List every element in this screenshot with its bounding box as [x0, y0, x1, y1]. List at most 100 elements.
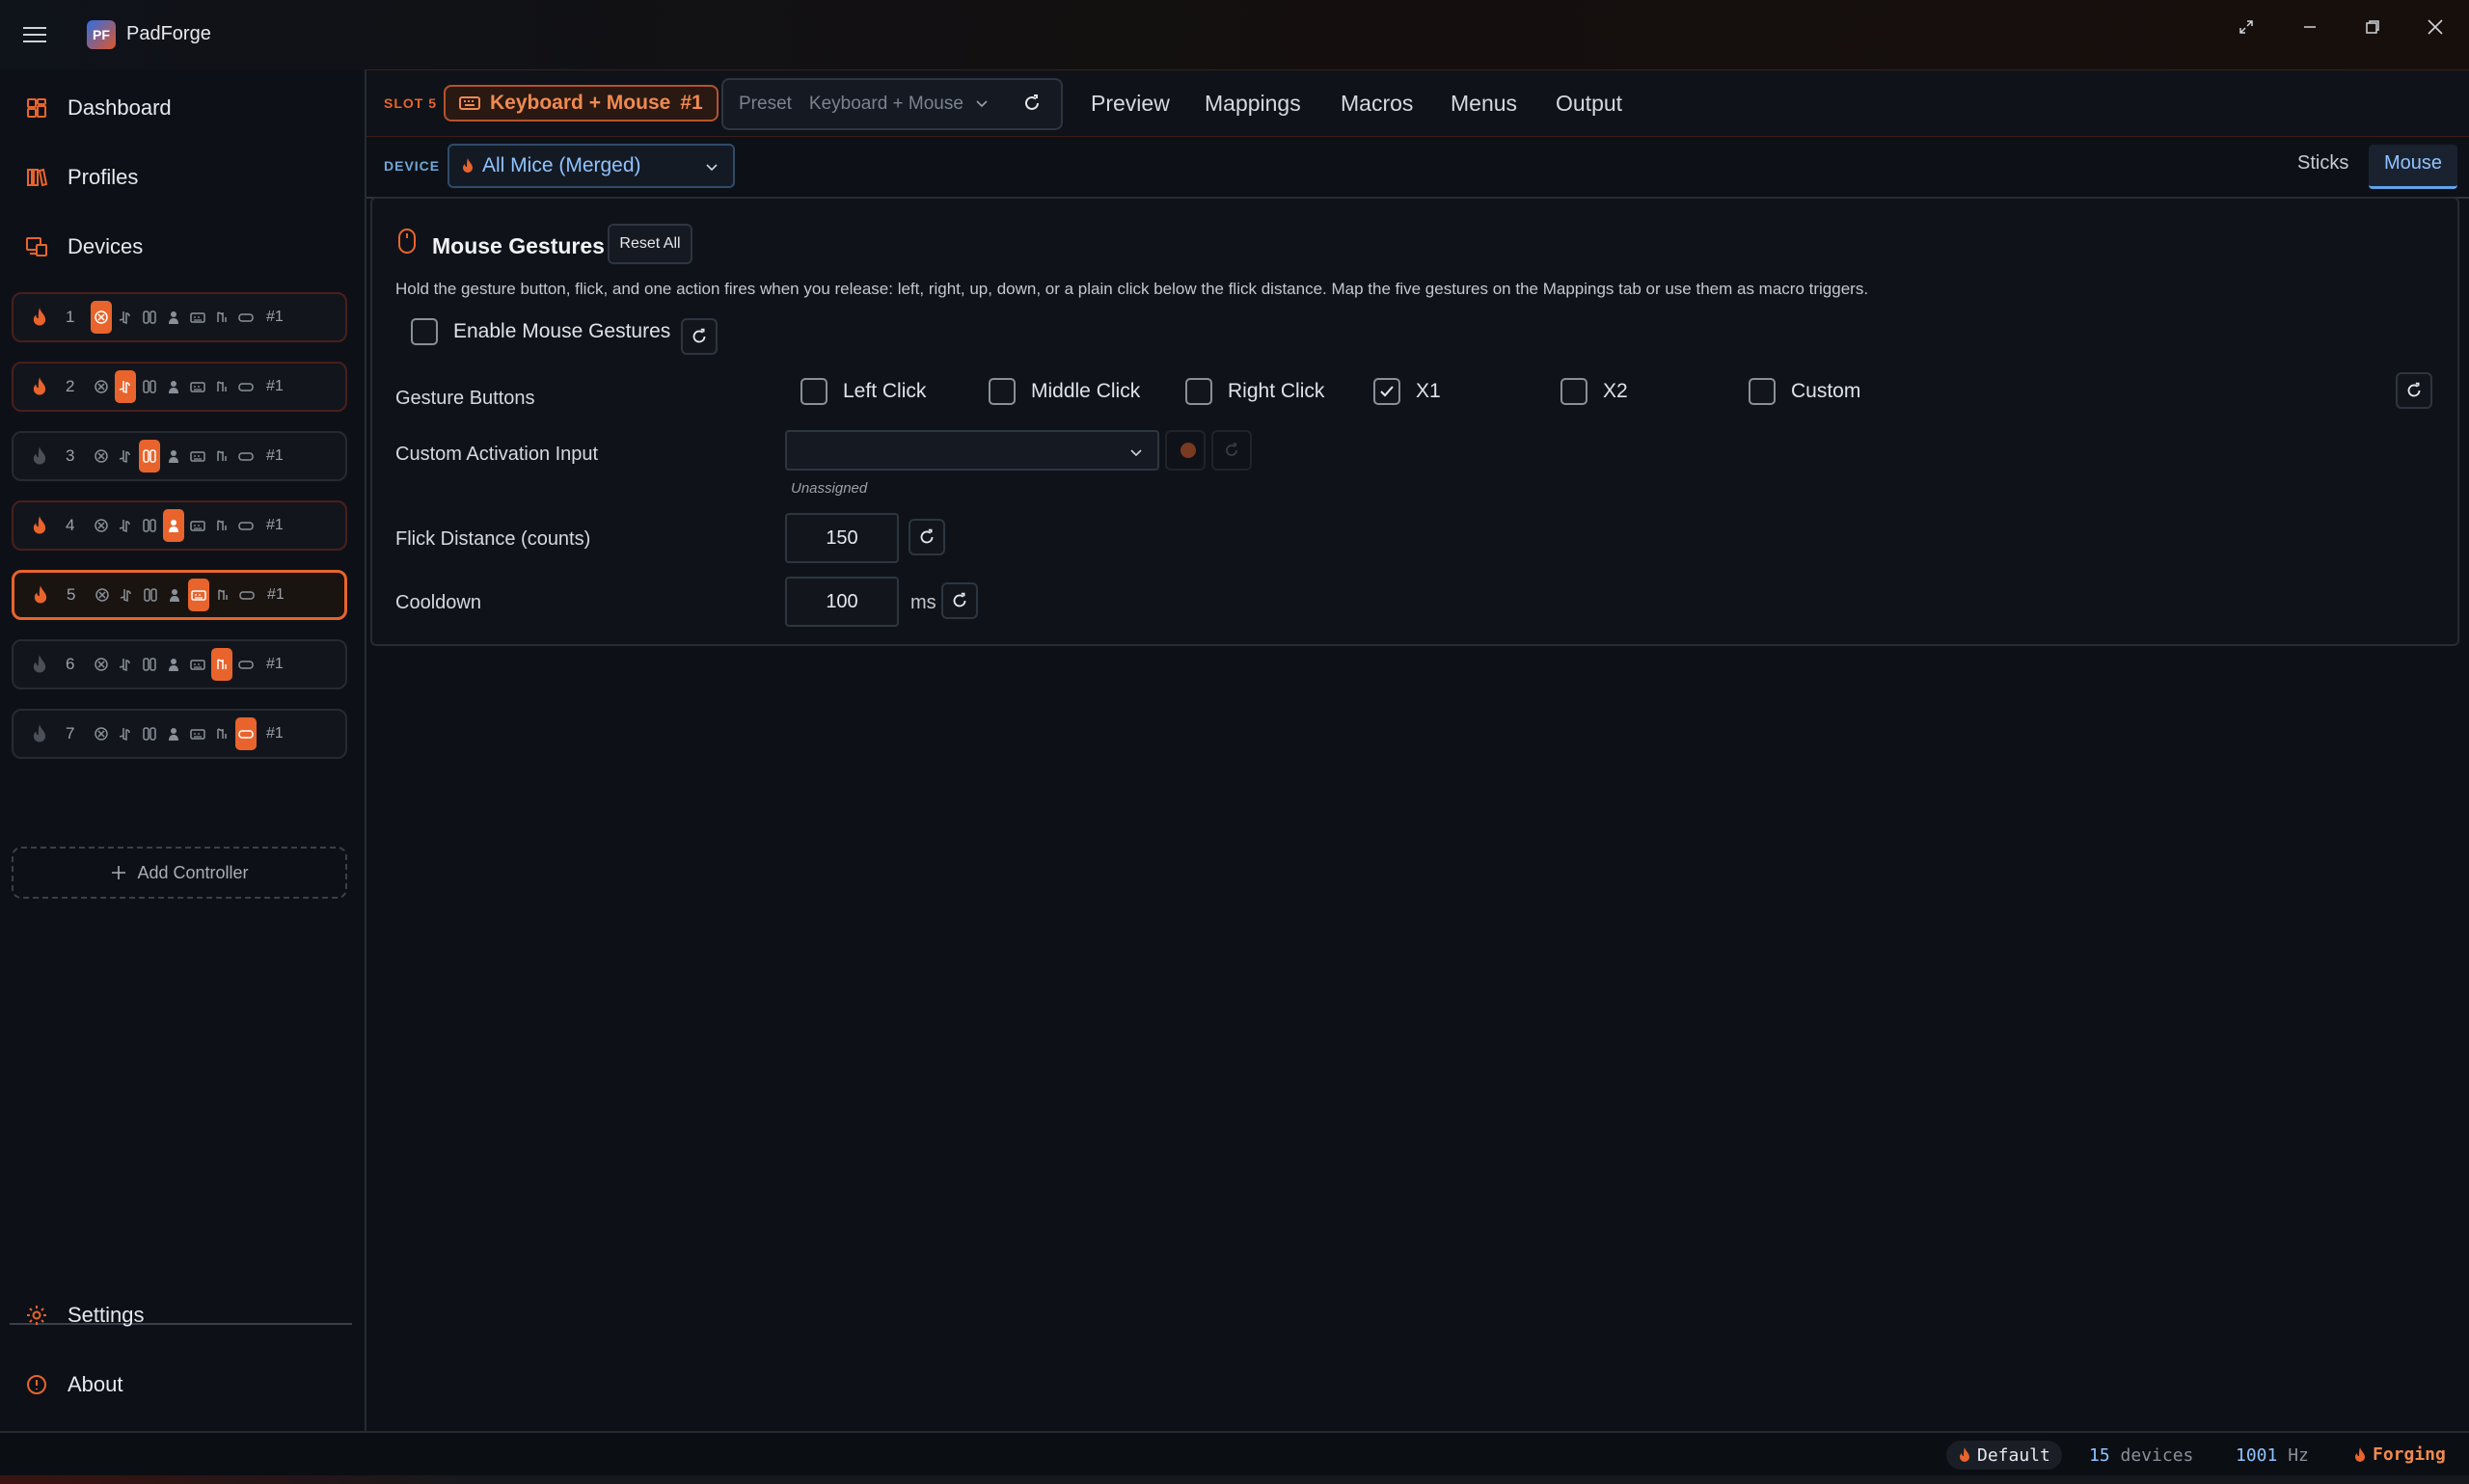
switch-icon[interactable]	[139, 515, 160, 536]
switch-icon[interactable]	[139, 307, 160, 328]
vr-icon[interactable]	[236, 584, 258, 606]
flame-icon[interactable]	[31, 654, 52, 675]
midi-icon[interactable]	[211, 515, 232, 536]
restore-icon[interactable]	[2348, 8, 2397, 46]
switch-icon[interactable]	[139, 440, 160, 472]
person-icon[interactable]	[163, 509, 184, 542]
flame-icon[interactable]	[31, 723, 52, 744]
keyboard-mouse-icon[interactable]	[188, 579, 209, 611]
vr-icon[interactable]	[235, 717, 257, 750]
flick-distance-input[interactable]: 150	[785, 513, 899, 563]
person-icon[interactable]	[163, 307, 184, 328]
vr-icon[interactable]	[235, 515, 257, 536]
profile-badge[interactable]: Default	[1946, 1441, 2062, 1470]
controller-slot-5[interactable]: 5 #1	[12, 570, 347, 620]
vr-icon[interactable]	[235, 376, 257, 397]
reset-flick-button[interactable]	[909, 519, 945, 555]
reset-all-button[interactable]: Reset All	[608, 224, 692, 264]
close-icon[interactable]	[2411, 8, 2459, 46]
flame-icon[interactable]	[32, 584, 53, 606]
playstation-icon[interactable]	[115, 307, 136, 328]
custom-activation-select[interactable]	[785, 430, 1159, 471]
person-icon[interactable]	[163, 376, 184, 397]
xbox-icon[interactable]	[91, 654, 112, 675]
cooldown-input[interactable]: 100	[785, 577, 899, 627]
playstation-icon[interactable]	[115, 654, 136, 675]
gesture-button-x2[interactable]: X2	[1560, 378, 1628, 405]
tab-mappings[interactable]: Mappings	[1205, 91, 1301, 117]
controller-slot-4[interactable]: 4 #1	[12, 500, 347, 551]
controller-badge[interactable]: Keyboard + Mouse #1	[444, 85, 719, 121]
controller-slot-2[interactable]: 2 #1	[12, 362, 347, 412]
midi-icon[interactable]	[211, 648, 232, 681]
keyboard-mouse-icon[interactable]	[187, 445, 208, 467]
midi-icon[interactable]	[212, 584, 233, 606]
gesture-button-right-click[interactable]: Right Click	[1185, 378, 1324, 405]
person-icon[interactable]	[163, 445, 184, 467]
controller-slot-3[interactable]: 3 #1	[12, 431, 347, 481]
sidebar-item-settings[interactable]: Settings	[23, 1296, 145, 1335]
person-icon[interactable]	[163, 723, 184, 744]
hamburger-menu-icon[interactable]	[19, 19, 50, 50]
midi-icon[interactable]	[211, 307, 232, 328]
gesture-button-middle-click[interactable]: Middle Click	[989, 378, 1140, 405]
midi-icon[interactable]	[211, 376, 232, 397]
flame-icon[interactable]	[31, 445, 52, 467]
midi-icon[interactable]	[211, 723, 232, 744]
tab-menus[interactable]: Menus	[1451, 91, 1517, 117]
keyboard-mouse-icon[interactable]	[187, 654, 208, 675]
reset-cooldown-button[interactable]	[941, 582, 978, 619]
xbox-icon[interactable]	[91, 301, 112, 334]
xbox-icon[interactable]	[91, 376, 112, 397]
reset-enable-button[interactable]	[681, 318, 718, 355]
keyboard-mouse-icon[interactable]	[187, 723, 208, 744]
checkbox[interactable]	[1749, 378, 1776, 405]
playstation-icon[interactable]	[115, 723, 136, 744]
reset-activation-button[interactable]	[1211, 430, 1252, 471]
sidebar-item-dashboard[interactable]: Dashboard	[23, 89, 172, 127]
reset-preset-icon[interactable]	[1020, 92, 1044, 115]
tab-preview[interactable]: Preview	[1091, 91, 1170, 117]
controller-slot-7[interactable]: 7 #1	[12, 709, 347, 759]
keyboard-mouse-icon[interactable]	[187, 376, 208, 397]
gesture-button-x1[interactable]: X1	[1373, 378, 1441, 405]
flame-icon[interactable]	[31, 376, 52, 397]
sidebar-item-devices[interactable]: Devices	[23, 228, 143, 266]
controller-slot-6[interactable]: 6 #1	[12, 639, 347, 689]
checkbox[interactable]	[1185, 378, 1212, 405]
checkbox[interactable]	[1560, 378, 1587, 405]
enable-gestures-row[interactable]: Enable Mouse Gestures	[411, 318, 670, 345]
sidebar-item-about[interactable]: About	[23, 1365, 123, 1404]
controller-slot-1[interactable]: 1 #1	[12, 292, 347, 342]
playstation-icon[interactable]	[115, 370, 136, 403]
switch-icon[interactable]	[140, 584, 161, 606]
checkbox-checked[interactable]	[1373, 378, 1400, 405]
person-icon[interactable]	[163, 654, 184, 675]
person-icon[interactable]	[164, 584, 185, 606]
sidebar-item-profiles[interactable]: Profiles	[23, 158, 138, 197]
tab-output[interactable]: Output	[1556, 91, 1622, 117]
flame-icon[interactable]	[31, 515, 52, 536]
reset-gesture-buttons[interactable]	[2396, 372, 2432, 409]
xbox-icon[interactable]	[91, 515, 112, 536]
keyboard-mouse-icon[interactable]	[187, 307, 208, 328]
flame-icon[interactable]	[31, 307, 52, 328]
xbox-icon[interactable]	[92, 584, 113, 606]
expand-icon[interactable]	[2222, 8, 2270, 46]
keyboard-mouse-icon[interactable]	[187, 515, 208, 536]
subtab-sticks[interactable]: Sticks	[2297, 152, 2348, 175]
gesture-button-custom[interactable]: Custom	[1749, 378, 1860, 405]
playstation-icon[interactable]	[116, 584, 137, 606]
xbox-icon[interactable]	[91, 445, 112, 467]
vr-icon[interactable]	[235, 445, 257, 467]
vr-icon[interactable]	[235, 654, 257, 675]
checkbox[interactable]	[989, 378, 1016, 405]
tab-macros[interactable]: Macros	[1341, 91, 1413, 117]
playstation-icon[interactable]	[115, 515, 136, 536]
checkbox[interactable]	[800, 378, 828, 405]
subtab-mouse[interactable]: Mouse	[2384, 152, 2442, 175]
midi-icon[interactable]	[211, 445, 232, 467]
gesture-button-left-click[interactable]: Left Click	[800, 378, 926, 405]
playstation-icon[interactable]	[115, 445, 136, 467]
switch-icon[interactable]	[139, 723, 160, 744]
